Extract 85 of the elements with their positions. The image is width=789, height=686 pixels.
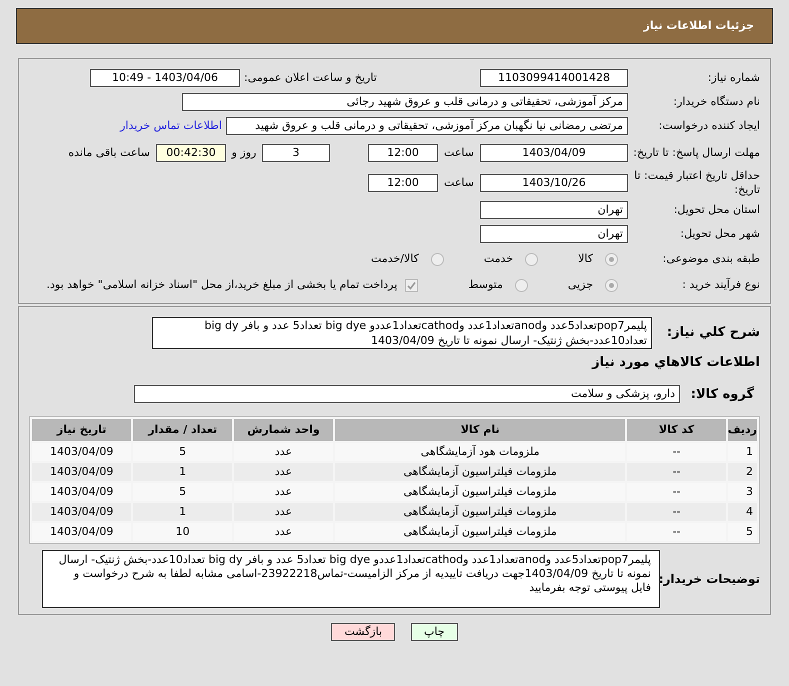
table-cell: عدد: [234, 463, 333, 481]
field-label: استان محل تحویل:: [674, 203, 760, 217]
table-cell: عدد: [234, 483, 333, 501]
table-cell: 1403/04/09: [32, 463, 132, 481]
table-cell: --: [627, 523, 726, 541]
field-label: طبقه بندی موضوعی:: [662, 252, 760, 266]
radio-button[interactable]: [514, 278, 528, 292]
field-label: ساعت باقی مانده: [68, 144, 150, 161]
field-label: شهر محل تحویل:: [680, 227, 760, 241]
table-cell: ملزومات فیلتراسیون آزمایشگاهی: [334, 463, 626, 481]
column-header: نام کالا: [334, 419, 626, 441]
column-header: واحد شمارش: [234, 419, 333, 441]
table-cell: 1403/04/09: [32, 503, 132, 521]
field-label: مهلت ارسال پاسخ: تا تاریخ:: [633, 146, 760, 160]
table-cell: 3: [728, 483, 757, 501]
field-label: نوع فرآیند خرید :: [682, 278, 760, 292]
table-cell: 1: [133, 503, 232, 521]
table-cell: 5: [133, 483, 232, 501]
description-textarea[interactable]: پلیمرpop7تعداد5عدد وanodتعداد1عدد وcathodتعداد1عددو big dye تعداد5 عدد و بافر big dy تعداد10عدد-بخش ژنتیک- ارسال نمونه تا تاریخ 1403/04/09: [152, 317, 652, 349]
text-field[interactable]: 12:00: [368, 144, 438, 162]
table-cell: ملزومات فیلتراسیون آزمایشگاهی: [334, 483, 626, 501]
table-cell: 4: [728, 503, 757, 521]
table-cell: --: [627, 483, 726, 501]
column-header: ردیف: [728, 419, 757, 441]
radio-button[interactable]: [525, 252, 538, 266]
text-field[interactable]: مرکز آموزشی، تحقیقاتی و درمانی قلب و عروق شهید رجائی: [182, 93, 628, 111]
table-cell: ملزومات هود آزمایشگاهی: [334, 443, 626, 461]
contact-link[interactable]: اطلاعات تماس خریدار: [120, 118, 222, 134]
field-label: ایجاد کننده درخواست:: [658, 119, 760, 133]
table-cell: ملزومات فیلتراسیون آزمایشگاهی: [334, 503, 626, 521]
notes-textarea[interactable]: پلیمرpop7تعداد5عدد وanodتعداد1عدد وcathodتعداد1عددو big dye تعداد5 عدد و بافر big dy تعداد10عدد-بخش ژنتیک- ارسال نمونه تا تاریخ 1403/04/09جهت دریافت تاییدیه از مرکز الزامیست-تماس23922218-اسامی مشابه لطفا به شرح درخواست و فایل پیوستی توجه بفرمایید: [42, 550, 660, 608]
radio-label: کالا: [578, 250, 593, 267]
text-field[interactable]: 12:00: [368, 174, 438, 192]
field-label: شماره نیاز:: [708, 71, 760, 85]
field-label: شرح کلي نياز:: [666, 325, 760, 340]
field-label: ساعت: [443, 144, 475, 161]
radio-label: جزیی: [568, 276, 593, 293]
radio-button[interactable]: [605, 278, 618, 292]
table-cell: 5: [133, 443, 232, 461]
radio-button[interactable]: [430, 252, 444, 266]
field-label: ساعت: [443, 174, 475, 191]
table-cell: --: [627, 443, 726, 461]
text-field[interactable]: تهران: [480, 225, 628, 243]
table-cell: ملزومات فیلتراسیون آزمایشگاهی: [334, 523, 626, 541]
text-field[interactable]: مرتضی رمضانی نیا نگهبان مرکز آموزشی، تحقیقاتی و درمانی قلب و عروق شهید: [226, 117, 628, 135]
text-field[interactable]: تهران: [480, 201, 628, 219]
field-label: تاریخ و ساعت اعلان عمومی:: [244, 70, 377, 86]
radio-label: کالا/خدمت: [371, 250, 419, 267]
radio-button[interactable]: [605, 252, 618, 266]
radio-label: خدمت: [484, 250, 514, 267]
radio-label: متوسط: [468, 276, 503, 293]
table-cell: --: [627, 503, 726, 521]
field-label: نام دستگاه خریدار:: [673, 95, 760, 109]
action-button[interactable]: چاپ: [411, 623, 458, 641]
page-title: جزئیات اطلاعات نیاز: [644, 18, 754, 34]
field-label: حداقل تاریخ اعتبار قیمت: تا تاریخ:: [633, 169, 760, 197]
text-field[interactable]: 00:42:30: [156, 144, 226, 162]
text-field[interactable]: 1403/10/26: [480, 174, 628, 192]
text-field[interactable]: دارو، پزشکی و سلامت: [134, 385, 680, 404]
text-field[interactable]: 1403/04/09: [480, 144, 628, 162]
table-cell: 1403/04/09: [32, 523, 132, 541]
text-field[interactable]: 3: [262, 144, 330, 162]
table-cell: 1: [728, 443, 757, 461]
table-cell: 1403/04/09: [32, 443, 132, 461]
checkbox-label: پرداخت تمام یا بخشی از مبلغ خرید،از محل "اسناد خزانه اسلامی" خواهد بود.: [46, 276, 398, 293]
column-header: تاریخ نیاز: [32, 419, 132, 441]
table-cell: 1: [133, 463, 232, 481]
table-cell: عدد: [234, 523, 333, 541]
action-button[interactable]: بازگشت: [331, 623, 396, 641]
table-cell: 2: [728, 463, 757, 481]
table-cell: عدد: [234, 443, 333, 461]
table-cell: عدد: [234, 503, 333, 521]
field-label: گروه کالا:: [690, 386, 754, 402]
section-title: اطلاعات کالاهاي مورد نياز: [590, 354, 760, 372]
checkbox[interactable]: [405, 278, 418, 292]
table-cell: 1403/04/09: [32, 483, 132, 501]
table-cell: 10: [133, 523, 232, 541]
field-label: روز و: [230, 144, 258, 161]
table-cell: --: [627, 463, 726, 481]
text-field[interactable]: 1103099414001428: [480, 69, 628, 87]
field-label: توضیحات خریدار:: [658, 572, 760, 586]
text-field[interactable]: 1403/04/06 - 10:49: [90, 69, 240, 87]
column-header: کد کالا: [627, 419, 726, 441]
table-cell: 5: [728, 523, 757, 541]
column-header: تعداد / مقدار: [133, 419, 232, 441]
